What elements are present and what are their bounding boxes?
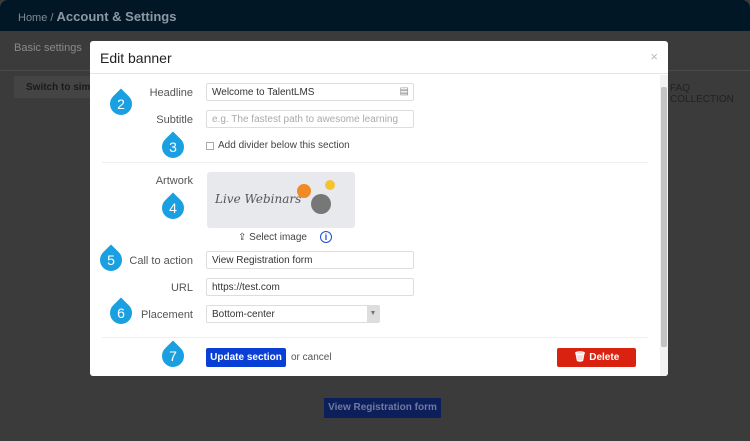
divider-checkbox[interactable] (206, 142, 214, 150)
breadcrumb-home[interactable]: Home / (18, 12, 53, 24)
cta-input[interactable]: View Registration form (206, 251, 414, 269)
artwork-label: Artwork (155, 175, 193, 187)
cta-label: Call to action (129, 255, 193, 267)
step-badge: 7 (157, 340, 189, 372)
section-divider (102, 162, 648, 163)
delete-button[interactable]: 🗑 Delete (557, 348, 636, 367)
subtitle-input[interactable]: e.g. The fastest path to awesome learnin… (206, 110, 414, 128)
step-badge: 3 (157, 131, 189, 163)
background-cta-button[interactable]: View Registration form (324, 398, 441, 418)
headline-input[interactable]: Welcome to TalentLMS ▤ (206, 83, 414, 101)
select-image-button[interactable]: ⇪ Select image (238, 232, 307, 243)
update-section-button[interactable]: Update section (206, 348, 286, 367)
step-badge: 4 (157, 192, 189, 224)
top-bar: Home / Account & Settings (0, 0, 750, 31)
subtitle-label: Subtitle (156, 114, 193, 126)
step-badge: 5 (95, 244, 127, 276)
trash-icon: 🗑 (573, 352, 587, 363)
chevron-down-icon: ▼ (367, 306, 379, 322)
step-badge: 6 (105, 297, 137, 329)
scrollbar[interactable] (660, 75, 668, 376)
page-title: Account & Settings (56, 9, 177, 24)
close-icon[interactable]: × (650, 49, 658, 64)
placement-label: Placement (141, 309, 193, 321)
tab-basic-settings[interactable]: Basic settings (14, 42, 82, 54)
step-badge: 2 (105, 88, 137, 120)
cancel-link[interactable]: or cancel (291, 352, 332, 363)
info-icon[interactable]: i (320, 231, 332, 243)
url-input[interactable]: https://test.com (206, 278, 414, 296)
scrollbar-thumb[interactable] (661, 87, 667, 347)
url-label: URL (170, 282, 193, 294)
edit-banner-modal: Edit banner × 2 Headline Welcome to Tale… (90, 41, 668, 376)
modal-title: Edit banner (90, 41, 668, 74)
placement-select[interactable]: Bottom-center ▼ (206, 305, 380, 323)
divider-label: Add divider below this section (218, 140, 350, 151)
right-links[interactable]: FAQ COLLECTION (670, 83, 750, 105)
section-divider (102, 337, 648, 338)
editor-icon[interactable]: ▤ (400, 86, 409, 97)
artwork-image[interactable]: Live Webinars (207, 172, 355, 228)
upload-icon: ⇪ (238, 232, 247, 243)
headline-label: Headline (149, 87, 193, 99)
